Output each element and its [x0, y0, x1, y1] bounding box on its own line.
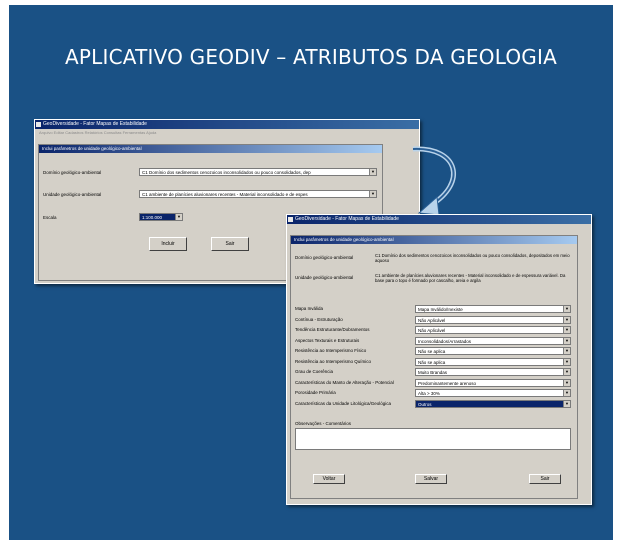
curved-arrow-icon [412, 146, 456, 216]
chevron-down-icon[interactable]: ▼ [369, 191, 376, 197]
info-unit-label: Unidade geológico-ambiental [295, 275, 354, 280]
attribute-select[interactable]: Mapa Inválido/Inexiste ▼ [415, 305, 571, 313]
attribute-select-value: Predominantemente arenoso [418, 380, 477, 386]
chevron-down-icon[interactable]: ▼ [563, 306, 570, 312]
attribute-select[interactable]: Inconsolidados/Arrastados ▼ [415, 336, 571, 345]
domain-label: Domínio geológico-ambiental [43, 170, 102, 175]
notes-textarea[interactable] [295, 428, 571, 450]
second-dialog-title: Inclui parâmetros de unidade geológico-a… [291, 236, 577, 244]
attribute-select-value: Alta > 30% [418, 391, 440, 396]
scale-select-value: 1:100.000 [142, 215, 163, 220]
second-dialog: Inclui parâmetros de unidade geológico-a… [290, 235, 578, 499]
first-window-titlebar: GeoDiversidade - Fator Mapas de Estabili… [35, 120, 419, 129]
attribute-select[interactable]: Outros ▼ [415, 399, 571, 408]
attribute-label: Características do Manto de Alteração - … [295, 379, 394, 385]
slide-background: APLICATIVO GEODIV – ATRIBUTOS DA GEOLOGI… [9, 5, 613, 540]
second-app-window: GeoDiversidade - Fator Mapas de Estabili… [286, 214, 592, 505]
attribute-label: Grau de Coerência [295, 369, 334, 374]
attribute-label: Resistência ao Intemperismo Físico [295, 348, 367, 353]
chevron-down-icon[interactable]: ▼ [563, 400, 570, 407]
domain-select[interactable]: C1 Domínio dos sedimentos cenozoicos inc… [139, 168, 377, 176]
attribute-select[interactable]: Alta > 30% ▼ [415, 389, 571, 397]
info-domain-text: C1 Domínio dos sedimentos cenozoicos inc… [375, 253, 570, 263]
attribute-select-value: Inconsolidados/Arrastados [418, 338, 472, 344]
chevron-down-icon[interactable]: ▼ [563, 379, 570, 386]
unit-label: Unidade geológico-ambiental [43, 192, 102, 197]
attribute-select[interactable]: Não Aplicável ▼ [415, 326, 571, 334]
first-window-menubar[interactable]: Arquivo Editar Cadastros Relatórios Cons… [35, 129, 419, 137]
chevron-down-icon[interactable]: ▼ [563, 369, 570, 375]
first-window-title: GeoDiversidade - Fator Mapas de Estabili… [43, 121, 147, 127]
scale-label: Escala [43, 215, 57, 220]
attribute-select[interactable]: Não se aplica ▼ [415, 357, 571, 366]
chevron-down-icon[interactable]: ▼ [563, 337, 570, 344]
attribute-label: Resistência ao Intemperismo Químico [295, 358, 372, 364]
include-button[interactable]: Incluir [149, 237, 187, 251]
first-dialog-title: Inclui parâmetros de unidade geológico-a… [39, 145, 382, 153]
exit-button[interactable]: Sair [211, 237, 249, 251]
save-button[interactable]: Salvar [415, 474, 447, 484]
attribute-select-value: Não se aplica [418, 349, 446, 354]
attribute-label: Porosidade Primária [295, 390, 336, 395]
attribute-label: Aspectos Texturais e Estruturais [295, 337, 360, 343]
info-domain-label: Domínio geológico-ambiental [295, 255, 354, 260]
attribute-select-value: Muito Brandas [418, 370, 448, 375]
slide-title: APLICATIVO GEODIV – ATRIBUTOS DA GEOLOGI… [65, 45, 557, 69]
domain-select-value: C1 Domínio dos sedimentos cenozoicos inc… [142, 170, 311, 175]
second-window-titlebar: GeoDiversidade - Fator Mapas de Estabili… [287, 215, 591, 224]
attribute-select[interactable]: Predominantemente arenoso ▼ [415, 378, 571, 387]
info-unit-text: C1 ambiente de planícies aluvionares rec… [375, 273, 566, 283]
attribute-label: Tendência Estruturante/Dobramentos [295, 327, 370, 332]
app-icon [36, 122, 41, 127]
second-window-title: GeoDiversidade - Fator Mapas de Estabili… [295, 216, 399, 222]
unit-select-value: C1 ambiente de planícies aluvionares rec… [142, 192, 308, 197]
notes-label: Observações - Comentários [295, 421, 352, 426]
chevron-down-icon[interactable]: ▼ [563, 390, 570, 396]
attribute-label: Características da Unidade Litológica/Ge… [295, 400, 392, 406]
app-icon [288, 217, 293, 222]
chevron-down-icon[interactable]: ▼ [369, 169, 376, 175]
attribute-label: Mapa Inválida [295, 306, 324, 311]
chevron-down-icon[interactable]: ▼ [175, 214, 182, 220]
exit-button[interactable]: Sair [529, 474, 561, 484]
attribute-select-value: Não Aplicável [418, 317, 446, 323]
scale-select[interactable]: 1:100.000 ▼ [139, 213, 183, 221]
chevron-down-icon[interactable]: ▼ [563, 316, 570, 323]
chevron-down-icon[interactable]: ▼ [563, 348, 570, 354]
attribute-label: Contínua - Estruturação [295, 316, 343, 322]
attribute-select[interactable]: Não se aplica ▼ [415, 347, 571, 355]
chevron-down-icon[interactable]: ▼ [563, 327, 570, 333]
back-button[interactable]: Voltar [313, 474, 345, 484]
chevron-down-icon[interactable]: ▼ [563, 358, 570, 365]
attribute-select-value: Mapa Inválido/Inexiste [418, 307, 463, 312]
attribute-select[interactable]: Não Aplicável ▼ [415, 315, 571, 324]
attribute-select-value: Não se aplica [418, 359, 446, 365]
attribute-select-value: Não Aplicável [418, 328, 446, 333]
attribute-select-value: Outros [418, 401, 432, 407]
unit-select[interactable]: C1 ambiente de planícies aluvionares rec… [139, 190, 377, 198]
attribute-select[interactable]: Muito Brandas ▼ [415, 368, 571, 376]
